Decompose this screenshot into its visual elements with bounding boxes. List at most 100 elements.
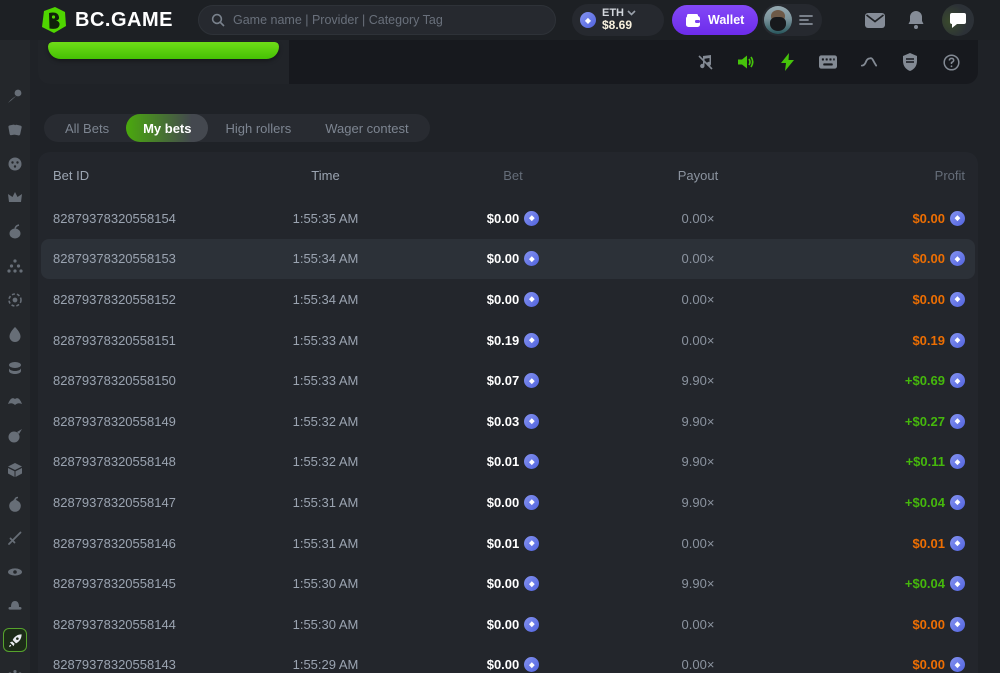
table-row[interactable]: 82879378320558148 1:55:32 AM $0.01 ◆ 9.90… bbox=[38, 442, 978, 483]
bet-payout: 9.90× bbox=[681, 454, 715, 470]
eth-coin-icon: ◆ bbox=[950, 454, 965, 470]
table-row[interactable]: 82879378320558146 1:55:31 AM $0.01 ◆ 0.00… bbox=[38, 523, 978, 564]
chevron-down-icon bbox=[627, 10, 636, 16]
bet-payout: 0.00× bbox=[681, 251, 715, 267]
turbo-lightning-icon[interactable] bbox=[778, 53, 796, 71]
bets-table: Bet ID Time Bet Payout Profit 8287937832… bbox=[38, 152, 978, 673]
sidebar-game-horned-ball-icon[interactable] bbox=[7, 427, 24, 444]
place-bet-button[interactable] bbox=[48, 42, 279, 59]
table-row[interactable]: 82879378320558144 1:55:30 AM $0.00 ◆ 0.00… bbox=[38, 604, 978, 645]
eth-coin-icon: ◆ bbox=[524, 535, 540, 551]
sidebar-game-sword-icon[interactable] bbox=[7, 529, 24, 546]
wallet-icon bbox=[686, 13, 700, 27]
sidebar-game-wheel-icon[interactable] bbox=[7, 291, 24, 308]
bet-id: 82879378320558143 bbox=[53, 657, 176, 673]
eth-coin-icon: ◆ bbox=[524, 373, 540, 389]
bet-profit: +$0.11 bbox=[905, 454, 945, 470]
table-row[interactable]: 82879378320558152 1:55:34 AM $0.00 ◆ 0.00… bbox=[38, 279, 978, 320]
eth-coin-icon: ◆ bbox=[950, 657, 965, 673]
tab-my-bets[interactable]: My bets bbox=[126, 114, 209, 142]
eth-coin-icon: ◆ bbox=[950, 373, 965, 389]
bet-time: 1:55:33 AM bbox=[292, 373, 359, 389]
bet-amount: $0.07 bbox=[486, 373, 520, 389]
bet-time: 1:55:32 AM bbox=[292, 413, 359, 429]
notifications-button[interactable] bbox=[905, 10, 927, 30]
brand-logo[interactable]: BC.GAME bbox=[40, 6, 173, 34]
bet-amount: $0.00 bbox=[486, 251, 520, 267]
trends-wave-icon[interactable] bbox=[860, 53, 878, 71]
sound-icon[interactable] bbox=[737, 53, 755, 71]
chat-button[interactable] bbox=[942, 4, 974, 36]
sidebar-game-egg-icon[interactable] bbox=[7, 325, 24, 342]
sidebar-game-hat-icon[interactable] bbox=[7, 597, 24, 614]
column-header-bet-id: Bet ID bbox=[53, 167, 90, 183]
table-row[interactable]: 82879378320558143 1:55:29 AM $0.00 ◆ 0.00… bbox=[38, 645, 978, 673]
eth-coin-icon: ◆ bbox=[524, 251, 540, 267]
sidebar-game-keno-bomb-icon[interactable] bbox=[7, 495, 24, 512]
bet-payout: 9.90× bbox=[681, 413, 715, 429]
eth-coin-icon: ◆ bbox=[950, 210, 965, 226]
bet-profit: $0.00 bbox=[912, 210, 945, 226]
sidebar-game-dragon-icon[interactable] bbox=[7, 393, 24, 410]
eth-coin-icon: ◆ bbox=[524, 616, 540, 632]
bet-time: 1:55:31 AM bbox=[292, 535, 359, 551]
bet-time: 1:55:33 AM bbox=[292, 332, 359, 348]
sidebar-game-dice-ball-icon[interactable] bbox=[7, 155, 24, 172]
tab-high-rollers[interactable]: High rollers bbox=[208, 114, 308, 142]
bet-amount: $0.19 bbox=[486, 332, 520, 348]
music-off-icon[interactable] bbox=[696, 53, 714, 71]
search-input[interactable] bbox=[233, 13, 543, 27]
bet-id: 82879378320558147 bbox=[53, 494, 176, 510]
bet-amount: $0.00 bbox=[486, 657, 520, 673]
game-search-bar[interactable] bbox=[198, 5, 556, 35]
sidebar-game-comet-icon[interactable] bbox=[7, 87, 24, 104]
wallet-button[interactable]: Wallet bbox=[672, 5, 759, 35]
eth-coin-icon: ◆ bbox=[950, 413, 965, 429]
hotkeys-keyboard-icon[interactable] bbox=[819, 53, 837, 71]
tab-all-bets[interactable]: All Bets bbox=[48, 114, 126, 142]
bet-amount: $0.01 bbox=[486, 535, 520, 551]
bet-amount: $0.03 bbox=[486, 413, 520, 429]
bet-amount: $0.01 bbox=[486, 454, 520, 470]
bet-profit: $0.00 bbox=[912, 291, 945, 307]
eth-coin-icon: ◆ bbox=[950, 251, 965, 267]
sidebar-game-rocket-icon-active[interactable] bbox=[3, 628, 27, 652]
wallet-balance: $8.69 bbox=[602, 18, 633, 33]
sidebar-game-ufo-icon[interactable] bbox=[7, 563, 24, 580]
sidebar-game-paw-icon[interactable] bbox=[7, 666, 24, 673]
sidebar-game-box-icon[interactable] bbox=[7, 461, 24, 478]
bet-profit: +$0.27 bbox=[904, 413, 945, 429]
bet-profit: $0.00 bbox=[912, 616, 945, 632]
table-row[interactable]: 82879378320558147 1:55:31 AM $0.00 ◆ 9.90… bbox=[38, 482, 978, 523]
mail-icon bbox=[865, 12, 885, 28]
sidebar-game-crown-icon[interactable] bbox=[7, 189, 24, 206]
eth-coin-icon: ◆ bbox=[950, 616, 965, 632]
eth-coin-icon: ◆ bbox=[524, 576, 540, 592]
table-row[interactable]: 82879378320558150 1:55:33 AM $0.07 ◆ 9.90… bbox=[38, 360, 978, 401]
table-row[interactable]: 82879378320558149 1:55:32 AM $0.03 ◆ 9.90… bbox=[38, 401, 978, 442]
messages-button[interactable] bbox=[864, 10, 886, 30]
bet-payout: 9.90× bbox=[681, 494, 715, 510]
fairness-shield-icon[interactable] bbox=[901, 53, 919, 71]
sidebar-game-plinko-icon[interactable] bbox=[7, 257, 24, 274]
table-row[interactable]: 82879378320558145 1:55:30 AM $0.00 ◆ 9.90… bbox=[38, 563, 978, 604]
bet-profit: $0.00 bbox=[912, 251, 945, 267]
sidebar-game-fruit-icon[interactable] bbox=[7, 223, 24, 240]
game-canvas-strip bbox=[289, 40, 978, 84]
bet-amount: $0.00 bbox=[486, 291, 520, 307]
bet-payout: 0.00× bbox=[681, 332, 715, 348]
bet-id: 82879378320558152 bbox=[53, 291, 176, 307]
currency-selector[interactable]: ◆ ETH $8.69 bbox=[572, 4, 664, 36]
table-row[interactable]: 82879378320558154 1:55:35 AM $0.00 ◆ 0.00… bbox=[38, 198, 978, 239]
profile-menu[interactable] bbox=[762, 4, 822, 36]
table-row[interactable]: 82879378320558151 1:55:33 AM $0.19 ◆ 0.00… bbox=[38, 320, 978, 361]
bet-amount: $0.00 bbox=[486, 494, 520, 510]
column-header-bet: Bet bbox=[503, 167, 523, 183]
sidebar-game-coins-icon[interactable] bbox=[7, 359, 24, 376]
sidebar-game-cards-icon[interactable] bbox=[7, 121, 24, 138]
column-header-payout: Payout bbox=[677, 167, 719, 183]
bet-payout: 0.00× bbox=[681, 535, 715, 551]
help-icon[interactable] bbox=[942, 53, 960, 71]
table-row-highlighted[interactable]: 82879378320558153 1:55:34 AM $0.00 ◆ 0.00… bbox=[38, 238, 978, 280]
tab-wager-contest[interactable]: Wager contest bbox=[308, 114, 425, 142]
